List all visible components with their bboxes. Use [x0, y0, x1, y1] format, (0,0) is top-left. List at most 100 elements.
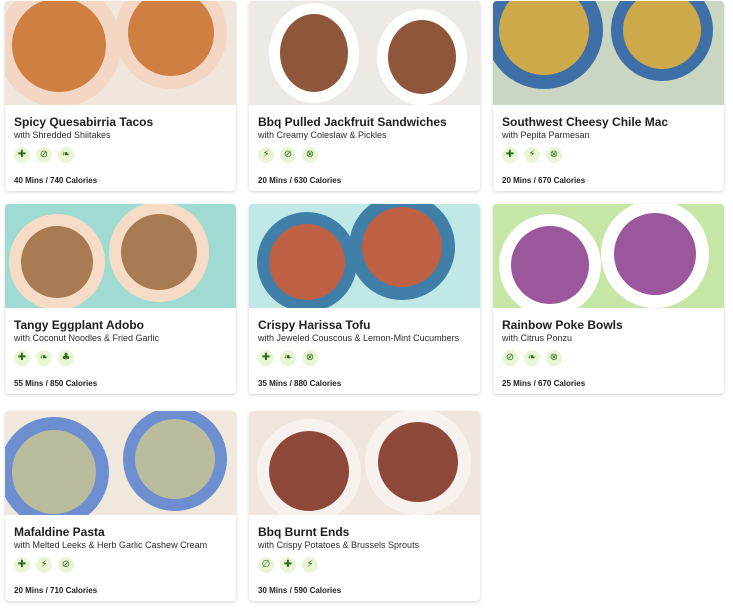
recipe-time-calories: 25 Mins / 670 Calories: [502, 379, 586, 388]
recipe-card[interactable]: Tangy Eggplant Adobo with Coconut Noodles…: [5, 204, 236, 394]
food-plate: [365, 411, 471, 515]
food-portion: [269, 224, 345, 300]
no-peanut-icon: ∅: [258, 557, 274, 573]
food-portion: [499, 1, 589, 75]
recipe-title[interactable]: Bbq Burnt Ends: [258, 525, 349, 539]
no-nuts-icon: ⊗: [546, 147, 562, 163]
recipe-photo: [493, 204, 724, 308]
food-portion: [121, 214, 197, 290]
food-plate: [257, 212, 357, 308]
food-portion: [623, 1, 701, 69]
bolt-icon: ⚡: [258, 147, 274, 163]
recipe-title[interactable]: Mafaldine Pasta: [14, 525, 105, 539]
food-plate: [493, 1, 603, 89]
recipe-time-calories: 20 Mins / 670 Calories: [502, 176, 586, 185]
bolt-icon: ⚡: [36, 557, 52, 573]
tag-icon: ✚: [258, 350, 274, 366]
recipe-card[interactable]: Bbq Burnt Ends with Crispy Potatoes & Bru…: [249, 411, 480, 601]
recipe-title[interactable]: Southwest Cheesy Chile Mac: [502, 115, 668, 129]
recipe-time-calories: 40 Mins / 740 Calories: [14, 176, 98, 185]
food-plate: [109, 204, 209, 302]
diet-icons: ✚ ❧ ⊗: [258, 350, 318, 366]
food-portion: [128, 1, 214, 76]
recipe-subtitle: with Coconut Noodles & Fried Garlic: [14, 333, 160, 343]
food-plate: [5, 417, 109, 515]
food-plate: [257, 419, 361, 515]
recipe-photo: [5, 411, 236, 515]
diet-icons: ✚ ⚡ ⊗: [502, 147, 562, 163]
food-plate: [9, 214, 105, 308]
recipe-card[interactable]: Rainbow Poke Bowls with Citrus Ponzu ⊘ ❧ ⊗ 25…: [493, 204, 724, 394]
food-portion: [12, 1, 106, 92]
recipe-photo: [249, 1, 480, 105]
bolt-icon: ⚡: [302, 557, 318, 573]
food-portion: [21, 226, 93, 298]
leaf-icon: ❧: [36, 350, 52, 366]
food-portion: [511, 226, 589, 304]
food-plate: [499, 214, 601, 308]
recipe-subtitle: with Jeweled Couscous & Lemon-Mint Cucum…: [258, 333, 460, 343]
no-gluten-icon: ⊘: [58, 557, 74, 573]
recipe-card[interactable]: Southwest Cheesy Chile Mac with Pepita Pa…: [493, 1, 724, 191]
food-plate: [601, 204, 709, 308]
recipe-card[interactable]: Crispy Harissa Tofu with Jeweled Couscous…: [249, 204, 480, 394]
no-nuts-icon: ⊗: [546, 350, 562, 366]
no-gluten-icon: ⊘: [502, 350, 518, 366]
no-gluten-icon: ⊘: [36, 147, 52, 163]
food-portion: [12, 430, 96, 514]
recipe-time-calories: 55 Mins / 850 Calories: [14, 379, 98, 388]
food-plate: [269, 3, 359, 103]
recipe-subtitle: with Pepita Parmesan: [502, 130, 590, 140]
diet-icons: ∅ ✚ ⚡: [258, 557, 318, 573]
recipe-time-calories: 20 Mins / 630 Calories: [258, 176, 342, 185]
recipe-photo: [5, 1, 236, 105]
recipe-title[interactable]: Spicy Quesabirria Tacos: [14, 115, 153, 129]
tag-icon: ✚: [502, 147, 518, 163]
recipe-subtitle: with Citrus Ponzu: [502, 333, 573, 343]
food-portion: [378, 422, 458, 502]
diet-icons: ✚ ⊘ ❧: [14, 147, 74, 163]
food-portion: [135, 419, 215, 499]
recipe-time-calories: 20 Mins / 710 Calories: [14, 586, 98, 595]
recipe-subtitle: with Creamy Coleslaw & Pickles: [258, 130, 387, 140]
food-portion: [280, 14, 348, 92]
food-plate: [115, 1, 227, 89]
recipe-card[interactable]: Bbq Pulled Jackfruit Sandwiches with Crea…: [249, 1, 480, 191]
diet-icons: ⚡ ⊘ ⊗: [258, 147, 318, 163]
recipe-photo: [5, 204, 236, 308]
food-plate: [377, 9, 467, 105]
leaf-icon: ❧: [58, 147, 74, 163]
food-plate: [5, 1, 121, 105]
diet-icons: ✚ ⚡ ⊘: [14, 557, 74, 573]
recipe-title[interactable]: Rainbow Poke Bowls: [502, 318, 623, 332]
tag-icon: ✚: [14, 350, 30, 366]
food-plate: [349, 204, 455, 300]
recipe-subtitle: with Crispy Potatoes & Brussels Sprouts: [258, 540, 420, 550]
no-nuts-icon: ⊗: [302, 350, 318, 366]
recipe-card[interactable]: Mafaldine Pasta with Melted Leeks & Herb …: [5, 411, 236, 601]
tag-icon: ✚: [14, 557, 30, 573]
recipe-subtitle: with Shredded Shiitakes: [14, 130, 111, 140]
tag-icon: ✚: [14, 147, 30, 163]
recipe-photo: [249, 204, 480, 308]
leaf-icon: ❧: [524, 350, 540, 366]
recipe-photo: [493, 1, 724, 105]
recipe-title[interactable]: Bbq Pulled Jackfruit Sandwiches: [258, 115, 447, 129]
sprout-icon: ♣: [58, 350, 74, 366]
diet-icons: ⊘ ❧ ⊗: [502, 350, 562, 366]
food-portion: [362, 207, 442, 287]
recipe-time-calories: 35 Mins / 880 Calories: [258, 379, 342, 388]
recipe-title[interactable]: Crispy Harissa Tofu: [258, 318, 370, 332]
recipe-photo: [249, 411, 480, 515]
recipe-subtitle: with Melted Leeks & Herb Garlic Cashew C…: [14, 540, 208, 550]
recipe-card[interactable]: Spicy Quesabirria Tacos with Shredded Shi…: [5, 1, 236, 191]
food-portion: [614, 213, 696, 295]
leaf-icon: ❧: [280, 350, 296, 366]
food-portion: [388, 20, 456, 94]
diet-icons: ✚ ❧ ♣: [14, 350, 74, 366]
food-portion: [269, 431, 349, 511]
food-plate: [123, 411, 227, 511]
food-plate: [611, 1, 713, 81]
recipe-title[interactable]: Tangy Eggplant Adobo: [14, 318, 144, 332]
tag-icon: ✚: [280, 557, 296, 573]
